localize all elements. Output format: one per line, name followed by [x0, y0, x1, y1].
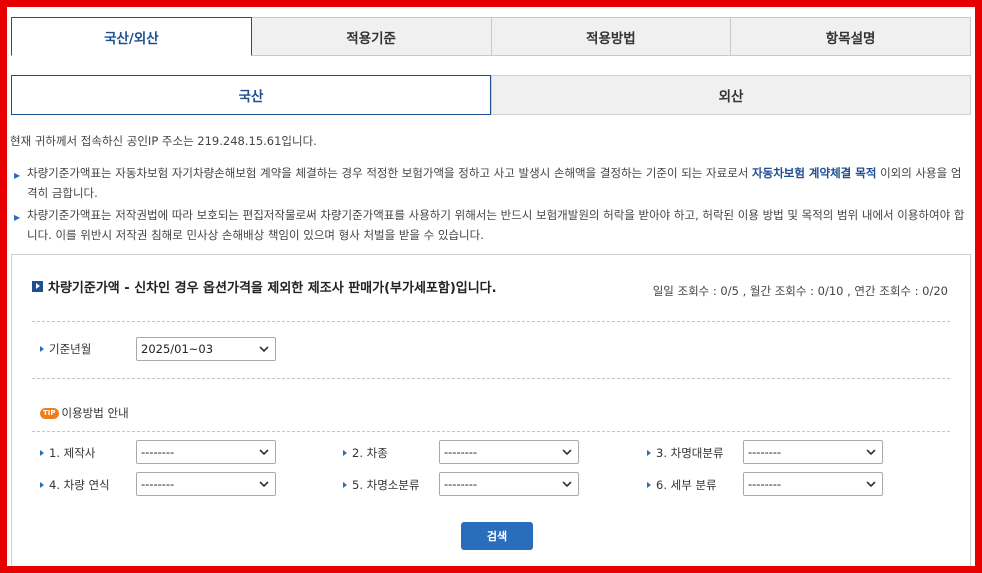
tab-application-criteria[interactable]: 적용기준: [251, 17, 492, 56]
model-year-select[interactable]: --------: [136, 472, 276, 496]
panel-title-text: 차량기준가액 - 신차인 경우 옵션가격을 제외한 제조사 판매가(부가세포함)…: [48, 281, 497, 296]
detail-class-value: --------: [748, 477, 782, 491]
chevron-down-icon: [866, 449, 876, 456]
model-year-label: 4. 차량 연식: [40, 477, 110, 493]
vehicle-type-select[interactable]: --------: [439, 440, 579, 464]
tab-domestic-foreign[interactable]: 국산/외산: [11, 17, 252, 56]
triangle-icon: [343, 450, 347, 456]
divider: [32, 321, 950, 322]
vehicle-type-label-text: 2. 차종: [352, 446, 388, 460]
sub-tab-domestic[interactable]: 국산: [11, 75, 491, 115]
tab-item-description[interactable]: 항목설명: [731, 17, 971, 56]
chevron-down-icon: [866, 481, 876, 488]
chevron-down-icon: [259, 481, 269, 488]
chevron-down-icon: [562, 449, 572, 456]
triangle-icon: [40, 482, 44, 488]
vehicle-type-value: --------: [444, 445, 478, 459]
sub-tab-foreign[interactable]: 외산: [491, 75, 971, 115]
notice-text: 차량기준가액표는 저작권법에 따라 보호되는 편집저작물로써 차량기준가액표를 …: [27, 208, 965, 242]
detail-class-select[interactable]: --------: [743, 472, 883, 496]
triangle-icon: [40, 346, 44, 352]
model-major-label: 3. 차명대분류: [647, 445, 724, 461]
vehicle-type-label: 2. 차종: [343, 445, 388, 461]
triangle-icon: [647, 482, 651, 488]
page-frame: 국산/외산 적용기준 적용방법 항목설명 국산 외산 현재 귀하께서 접속하신 …: [7, 7, 975, 566]
triangle-icon: [647, 450, 651, 456]
detail-class-label-text: 6. 세부 분류: [656, 478, 717, 492]
detail-class-label: 6. 세부 분류: [647, 477, 717, 493]
base-month-select[interactable]: 2025/01~03: [136, 337, 276, 361]
model-minor-label: 5. 차명소분류: [343, 477, 420, 493]
play-square-icon: [32, 281, 43, 292]
notice-item: ▶ 차량기준가액표는 저작권법에 따라 보호되는 편집저작물로써 차량기준가액표…: [10, 205, 972, 245]
manufacturer-select[interactable]: --------: [136, 440, 276, 464]
notice-highlight: 자동차보험 계약체결 목적: [752, 166, 877, 180]
main-tabs: 국산/외산 적용기준 적용방법 항목설명: [11, 17, 971, 56]
model-minor-select[interactable]: --------: [439, 472, 579, 496]
tip-badge-icon: TIP: [40, 407, 59, 419]
manufacturer-value: --------: [141, 445, 175, 459]
divider: [32, 378, 950, 379]
chevron-down-icon: [259, 449, 269, 456]
bullet-icon: ▶: [14, 213, 21, 222]
manufacturer-label: 1. 제작사: [40, 445, 95, 461]
base-month-label: 기준년월: [40, 341, 91, 357]
chevron-down-icon: [259, 346, 269, 353]
notice-item: ▶ 차량기준가액표는 자동차보험 자기차량손해보험 계약을 체결하는 경우 적정…: [10, 163, 972, 203]
triangle-icon: [40, 450, 44, 456]
manufacturer-label-text: 1. 제작사: [49, 446, 96, 460]
base-month-value: 2025/01~03: [141, 342, 214, 356]
triangle-icon: [343, 482, 347, 488]
search-button[interactable]: 검색: [461, 522, 533, 550]
search-panel: 차량기준가액 - 신차인 경우 옵션가격을 제외한 제조사 판매가(부가세포함)…: [11, 254, 971, 566]
bullet-icon: ▶: [14, 171, 21, 180]
model-minor-value: --------: [444, 477, 478, 491]
notice-list: ▶ 차량기준가액표는 자동차보험 자기차량손해보험 계약을 체결하는 경우 적정…: [10, 163, 972, 247]
chevron-down-icon: [562, 481, 572, 488]
divider: [32, 431, 950, 432]
model-major-value: --------: [748, 445, 782, 459]
tab-application-method[interactable]: 적용방법: [491, 17, 732, 56]
model-year-value: --------: [141, 477, 175, 491]
sub-tabs: 국산 외산: [11, 75, 971, 115]
model-major-select[interactable]: --------: [743, 440, 883, 464]
panel-title: 차량기준가액 - 신차인 경우 옵션가격을 제외한 제조사 판매가(부가세포함)…: [32, 277, 497, 296]
ip-notice: 현재 귀하께서 접속하신 공인IP 주소는 219.248.15.61입니다.: [10, 134, 317, 148]
model-major-label-text: 3. 차명대분류: [656, 446, 724, 460]
base-month-label-text: 기준년월: [49, 342, 92, 356]
model-minor-label-text: 5. 차명소분류: [352, 478, 420, 492]
model-year-label-text: 4. 차량 연식: [49, 478, 110, 492]
notice-text: 차량기준가액표는 자동차보험 자기차량손해보험 계약을 체결하는 경우 적정한 …: [27, 166, 753, 180]
usage-guide[interactable]: TIP 이용방법 안내: [40, 405, 129, 421]
view-counts: 일일 조회수 : 0/5 , 월간 조회수 : 0/10 , 연간 조회수 : …: [652, 284, 948, 298]
usage-guide-text: 이용방법 안내: [61, 406, 129, 420]
